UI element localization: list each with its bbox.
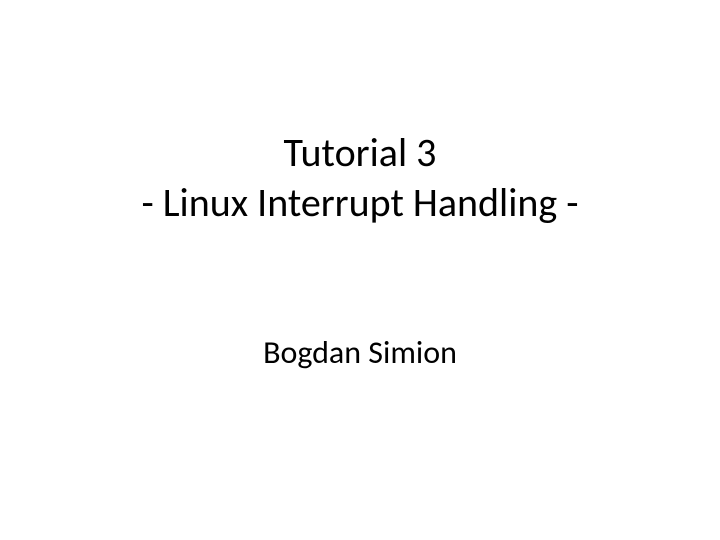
slide-title-line-1: Tutorial 3 [141,128,578,178]
slide-author: Bogdan Simion [263,333,457,372]
slide-container: Tutorial 3 - Linux Interrupt Handling - … [0,0,720,540]
title-block: Tutorial 3 - Linux Interrupt Handling - [141,128,578,228]
slide-title-line-2: - Linux Interrupt Handling - [141,178,578,228]
